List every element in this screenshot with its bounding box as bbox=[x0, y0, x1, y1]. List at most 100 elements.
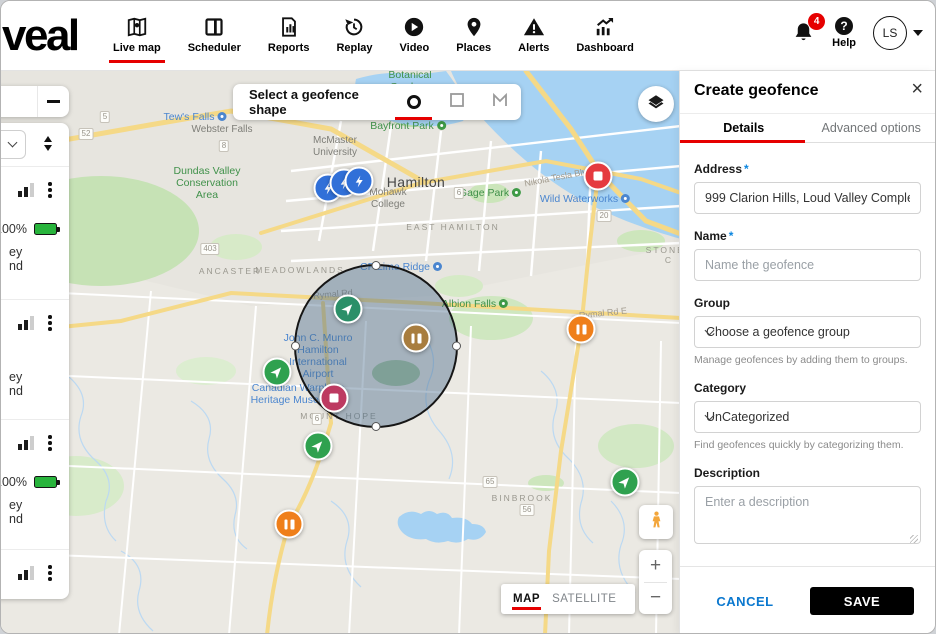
panel-footer: CANCEL SAVE bbox=[680, 566, 935, 634]
map-canvas[interactable]: HamiltonEAST HAMILTONMEADOWLANDSANCASTER… bbox=[1, 71, 681, 634]
panel-body: Address* Name* Group Choose a geofence g… bbox=[680, 162, 935, 549]
vehicle-list-sort-row bbox=[1, 123, 69, 166]
collapse-sidebar-button[interactable] bbox=[47, 100, 60, 103]
vehicle-text-line: ey bbox=[9, 498, 22, 512]
battery-percent: 100% bbox=[1, 222, 27, 236]
group-select-value: Choose a geofence group bbox=[706, 325, 850, 339]
vehicle-list-item[interactable] bbox=[1, 549, 69, 599]
geofence-circle[interactable] bbox=[294, 264, 458, 428]
zoom-out-button[interactable]: − bbox=[639, 583, 672, 615]
map-layers-button[interactable] bbox=[638, 86, 674, 122]
nav-item-dashboard[interactable]: Dashboard bbox=[574, 14, 635, 54]
street-view-pegman[interactable] bbox=[639, 505, 673, 539]
nav-label: Video bbox=[400, 42, 430, 54]
name-field[interactable] bbox=[694, 249, 921, 281]
map-type-map-button[interactable]: MAP bbox=[501, 584, 552, 614]
zoom-in-button[interactable]: + bbox=[639, 550, 672, 582]
ev-charger-marker-3[interactable] bbox=[345, 167, 374, 196]
circle-shape-button[interactable] bbox=[392, 84, 435, 120]
help-button[interactable]: ? Help bbox=[832, 17, 856, 49]
category-help-text: Find geofences quickly by categorizing t… bbox=[694, 439, 921, 451]
vehicle-text-line: ey bbox=[9, 370, 22, 384]
geofence-resize-handle-west[interactable] bbox=[291, 342, 300, 351]
main-nav: Live map Scheduler Reports Replay Video bbox=[111, 1, 636, 67]
sort-toggle[interactable] bbox=[44, 136, 52, 151]
bell-icon bbox=[792, 31, 815, 48]
vehicle-list-item[interactable]: 100%eynd bbox=[1, 419, 69, 549]
cancel-button[interactable]: CANCEL bbox=[680, 594, 810, 609]
notifications-button[interactable]: 4 bbox=[792, 21, 815, 49]
nav-item-live-map[interactable]: Live map bbox=[111, 14, 163, 54]
geofence-shape-toolbar: Select a geofence shape bbox=[233, 84, 521, 120]
map-type-satellite-button[interactable]: SATELLITE bbox=[552, 593, 616, 605]
category-select[interactable]: UnCategorized bbox=[694, 401, 921, 433]
nav-label: Reports bbox=[268, 42, 310, 54]
polygon-shape-button[interactable] bbox=[478, 84, 521, 120]
close-icon[interactable]: × bbox=[911, 79, 923, 99]
geofence-resize-handle-north[interactable] bbox=[372, 261, 381, 270]
create-geofence-panel: Create geofence × Details Advanced optio… bbox=[679, 71, 935, 634]
nav-item-replay[interactable]: Replay bbox=[334, 14, 374, 54]
account-menu[interactable]: LS bbox=[873, 16, 923, 50]
nav-label: Scheduler bbox=[188, 42, 241, 54]
route-shield-badge: 403 bbox=[200, 243, 219, 255]
route-shield-badge: 5 bbox=[100, 111, 110, 123]
rectangle-shape-button[interactable] bbox=[435, 84, 478, 120]
battery-icon bbox=[34, 223, 57, 235]
vehicle-moving-marker-2[interactable] bbox=[304, 432, 333, 461]
nav-item-alerts[interactable]: Alerts bbox=[516, 14, 551, 54]
route-shield-badge: 6 bbox=[454, 187, 464, 199]
vehicle-moving-marker-in-fence[interactable] bbox=[334, 295, 363, 324]
tab-details[interactable]: Details bbox=[680, 114, 808, 142]
category-select-value: UnCategorized bbox=[706, 410, 789, 424]
description-label: Description bbox=[694, 466, 921, 480]
vehicle-paused-marker-in-fence[interactable] bbox=[402, 324, 431, 353]
geofence-resize-handle-south[interactable] bbox=[372, 422, 381, 431]
nav-item-places[interactable]: Places bbox=[454, 14, 493, 54]
map-type-toggle: MAP SATELLITE bbox=[501, 584, 635, 614]
notification-count-badge: 4 bbox=[808, 13, 825, 30]
description-field[interactable] bbox=[694, 486, 921, 544]
nav-item-scheduler[interactable]: Scheduler bbox=[186, 14, 243, 54]
resize-handle-icon[interactable] bbox=[910, 535, 918, 543]
vehicle-stopped-marker[interactable] bbox=[584, 162, 613, 191]
save-button[interactable]: SAVE bbox=[810, 587, 914, 615]
app-window: veal Live map Scheduler Reports Replay bbox=[0, 0, 936, 634]
address-field[interactable] bbox=[694, 182, 921, 214]
pegman-icon bbox=[647, 510, 666, 534]
live-map-icon bbox=[126, 16, 148, 38]
kebab-menu-icon[interactable] bbox=[48, 565, 52, 581]
map-type-map-label: MAP bbox=[513, 593, 540, 605]
tab-advanced-options[interactable]: Advanced options bbox=[808, 114, 936, 142]
vehicle-paused-marker-1[interactable] bbox=[567, 315, 596, 344]
group-select[interactable]: Choose a geofence group bbox=[694, 316, 921, 348]
route-shield-badge: 20 bbox=[597, 210, 612, 222]
battery-percent: 100% bbox=[1, 475, 27, 489]
chevron-down-icon bbox=[913, 30, 923, 36]
active-tab-underline bbox=[680, 140, 805, 143]
geofence-resize-handle-east[interactable] bbox=[452, 342, 461, 351]
vehicle-text-line: nd bbox=[9, 384, 23, 398]
kebab-menu-icon[interactable] bbox=[48, 182, 52, 198]
vehicle-paused-marker-2[interactable] bbox=[275, 510, 304, 539]
brand-logo: veal bbox=[2, 11, 78, 61]
shape-toolbar-label: Select a geofence shape bbox=[233, 87, 392, 117]
vehicle-list-item[interactable]: 100%eynd bbox=[1, 166, 69, 299]
nav-label: Alerts bbox=[518, 42, 549, 54]
vehicle-stopped-marker-in-fence[interactable] bbox=[320, 384, 349, 413]
kebab-menu-icon[interactable] bbox=[48, 435, 52, 451]
alerts-icon bbox=[523, 16, 545, 38]
vehicle-moving-marker-3[interactable] bbox=[611, 468, 640, 497]
vehicle-moving-marker-1[interactable] bbox=[263, 358, 292, 387]
help-label: Help bbox=[832, 37, 856, 49]
group-help-text: Manage geofences by adding them to group… bbox=[694, 354, 921, 366]
nav-item-video[interactable]: Video bbox=[398, 14, 432, 54]
avatar: LS bbox=[873, 16, 907, 50]
sidebar-collapse-bar bbox=[1, 86, 69, 117]
nav-item-reports[interactable]: Reports bbox=[266, 14, 312, 54]
layers-icon bbox=[647, 93, 665, 116]
vehicle-list-item[interactable]: eynd bbox=[1, 299, 69, 419]
kebab-menu-icon[interactable] bbox=[48, 315, 52, 331]
list-filter-select[interactable] bbox=[1, 130, 26, 159]
zoom-control: + − bbox=[639, 550, 672, 614]
